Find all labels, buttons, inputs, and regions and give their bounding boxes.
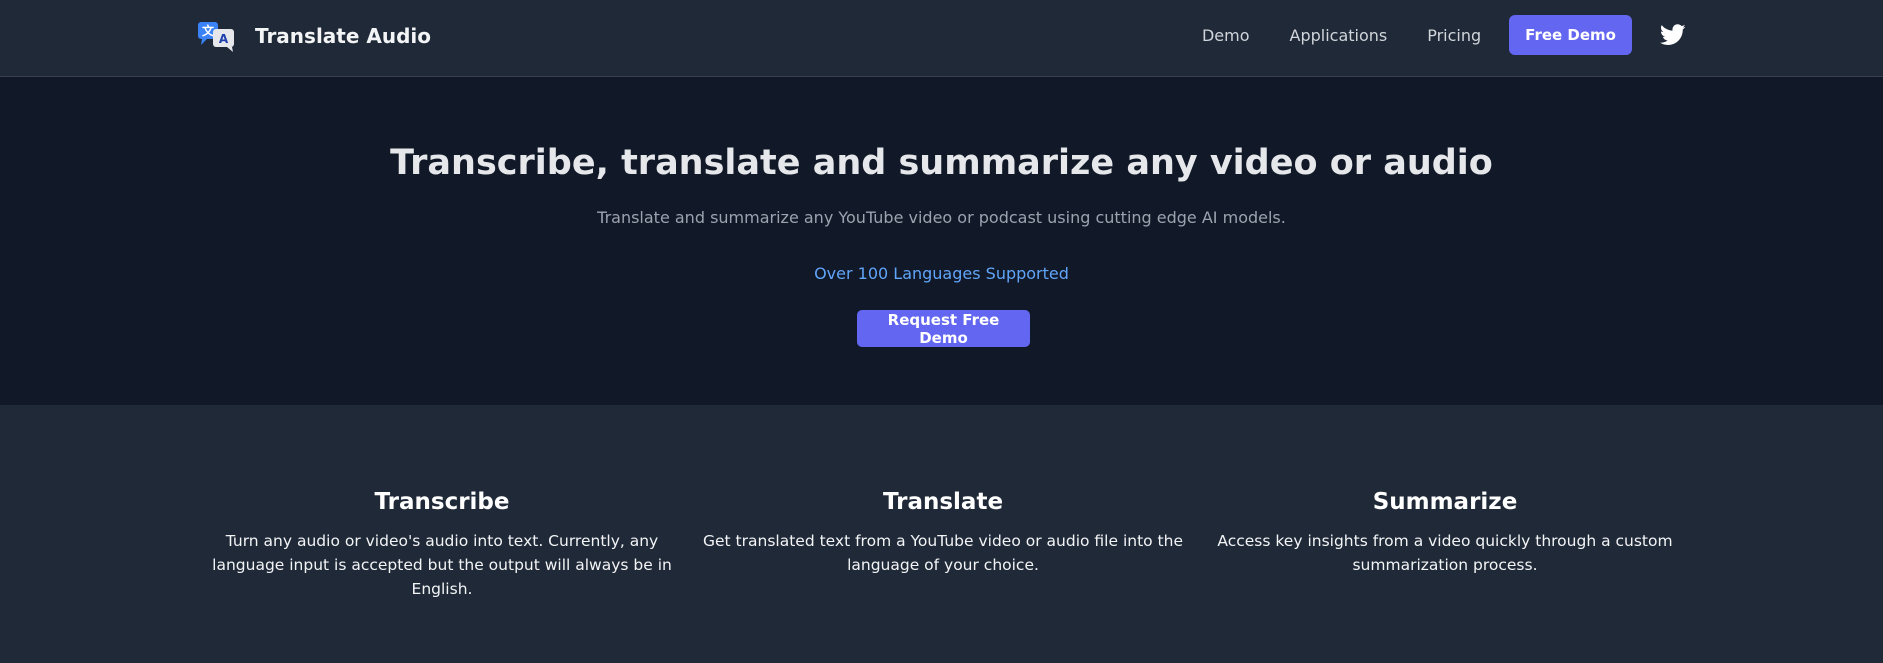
nav-link-applications[interactable]: Applications: [1290, 26, 1388, 45]
feature-summarize: Summarize Access key insights from a vid…: [1205, 487, 1685, 577]
features-section: Transcribe Turn any audio or video's aud…: [0, 405, 1883, 663]
request-free-demo-button[interactable]: Request Free Demo: [857, 310, 1030, 347]
nav-link-pricing[interactable]: Pricing: [1427, 26, 1481, 45]
feature-title: Transcribe: [374, 489, 510, 515]
top-navbar: 文 A Translate Audio Demo Applications Pr…: [0, 0, 1883, 77]
feature-description: Turn any audio or video's audio into tex…: [212, 532, 672, 598]
feature-translate: Translate Get translated text from a You…: [703, 487, 1183, 577]
feature-transcribe: Transcribe Turn any audio or video's aud…: [202, 487, 682, 601]
hero-title: Transcribe, translate and summarize any …: [390, 143, 1493, 183]
free-demo-button[interactable]: Free Demo: [1509, 15, 1632, 55]
hero-subtitle: Translate and summarize any YouTube vide…: [597, 208, 1286, 227]
feature-description: Access key insights from a video quickly…: [1217, 532, 1673, 574]
svg-text:A: A: [219, 32, 229, 46]
feature-title: Summarize: [1372, 489, 1518, 515]
nav-link-demo[interactable]: Demo: [1202, 26, 1250, 45]
feature-description: Get translated text from a YouTube video…: [703, 532, 1183, 574]
hero-section: Transcribe, translate and summarize any …: [0, 77, 1883, 405]
twitter-icon[interactable]: [1659, 24, 1686, 46]
feature-title: Translate: [882, 489, 1004, 515]
brand-name: Translate Audio: [255, 24, 432, 48]
translate-icon: 文 A: [197, 20, 237, 52]
languages-supported: Over 100 Languages Supported: [814, 264, 1069, 283]
nav-links: Demo Applications Pricing Free Demo: [1202, 15, 1686, 55]
brand[interactable]: 文 A Translate Audio: [197, 18, 431, 54]
